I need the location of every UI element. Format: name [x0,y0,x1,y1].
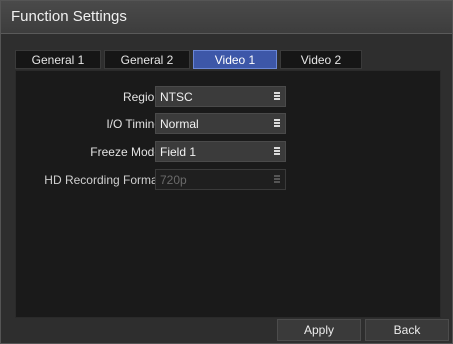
list-handle-icon [274,92,280,101]
setting-row-freeze-mode: Freeze Mode Field 1 [16,141,442,163]
select-value: Field 1 [160,145,197,159]
region-select[interactable]: NTSC [155,86,286,107]
select-value: 720p [160,173,187,187]
back-button[interactable]: Back [365,319,449,341]
select-value: Normal [160,117,199,131]
tab-general-2[interactable]: General 2 [104,50,190,69]
io-timing-select[interactable]: Normal [155,113,286,134]
setting-label: I/O Timing [106,117,161,131]
setting-label: Freeze Mode [90,145,161,159]
setting-row-io-timing: I/O Timing Normal [16,113,442,135]
apply-button[interactable]: Apply [277,319,361,341]
function-settings-window: Function Settings General 1 General 2 Vi… [0,0,453,344]
tab-video-2[interactable]: Video 2 [280,50,362,69]
list-handle-icon [274,147,280,156]
tab-general-1[interactable]: General 1 [15,50,101,69]
setting-label: HD Recording Format [44,173,161,187]
setting-row-hd-recording-format: HD Recording Format 720p [16,169,442,191]
freeze-mode-select[interactable]: Field 1 [155,141,286,162]
window-title: Function Settings [11,8,127,25]
tab-video-1[interactable]: Video 1 [193,50,277,69]
list-handle-icon [274,119,280,128]
hd-recording-format-select: 720p [155,169,286,190]
title-bar: Function Settings [1,1,452,34]
select-value: NTSC [160,90,193,104]
setting-row-region: Region NTSC [16,86,442,108]
settings-panel: Region NTSC I/O Timing Normal Freeze Mod… [15,70,441,318]
list-handle-icon [274,175,280,184]
